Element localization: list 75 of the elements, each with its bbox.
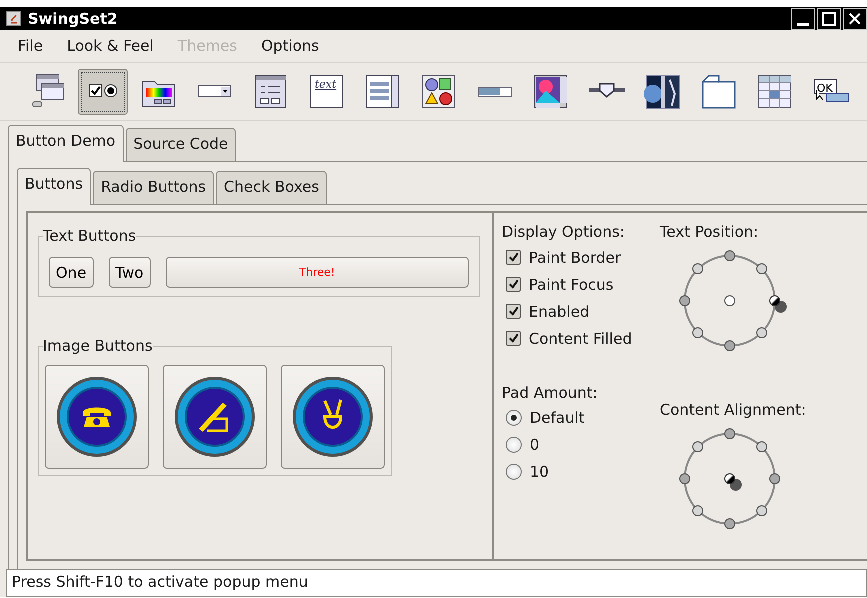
position-dot[interactable]	[756, 441, 768, 452]
position-dot[interactable]	[680, 296, 690, 306]
group-title: Image Buttons	[43, 337, 153, 355]
radio-button[interactable]	[506, 410, 522, 426]
option-label: Paint Focus	[529, 276, 614, 294]
section-title: Content Alignment:	[660, 400, 808, 418]
maximize-icon	[822, 12, 836, 26]
radio-dot-icon	[511, 415, 517, 421]
option-label: Enabled	[529, 302, 590, 320]
position-dot[interactable]	[680, 473, 690, 484]
tab[interactable]: Button Demo	[8, 125, 124, 162]
position-dot[interactable]	[724, 428, 736, 439]
checkbox-option[interactable]: Enabled	[502, 300, 660, 323]
checkbox[interactable]	[506, 250, 521, 265]
checkbox-option[interactable]: Content Filled	[502, 327, 660, 350]
section-title: Pad Amount:	[502, 384, 599, 402]
check-icon	[508, 306, 519, 317]
checkbox[interactable]	[506, 277, 521, 292]
push-button[interactable]: One	[49, 257, 94, 288]
progress-bar-icon	[478, 86, 512, 96]
image-button[interactable]	[163, 365, 267, 469]
toolbar-button[interactable]	[78, 68, 128, 114]
radio-option[interactable]: 0	[502, 434, 660, 456]
section-title: Text Position:	[660, 223, 760, 241]
close-icon	[849, 12, 861, 24]
checkbox-option[interactable]: Paint Border	[502, 246, 660, 269]
selected-position[interactable]	[770, 296, 787, 313]
position-dot[interactable]	[724, 250, 736, 262]
status-text: Press Shift-F10 to activate popup menu	[12, 573, 308, 591]
position-dot[interactable]	[724, 296, 736, 306]
position-dot[interactable]	[692, 505, 704, 516]
radio-option[interactable]: 10	[502, 460, 660, 484]
position-dot[interactable]	[756, 328, 768, 338]
menu-item[interactable]: Look & Feel	[59, 33, 162, 59]
position-dot[interactable]	[692, 328, 704, 338]
close-button[interactable]	[843, 8, 867, 30]
app-icon	[6, 10, 22, 26]
checkbox[interactable]	[506, 331, 521, 346]
radio-button[interactable]	[506, 464, 522, 480]
tab[interactable]: Source Code	[126, 128, 236, 161]
check-icon	[508, 279, 519, 290]
push-button[interactable]: Two	[108, 257, 151, 288]
tab[interactable]: Check Boxes	[216, 171, 328, 204]
position-dot[interactable]	[692, 264, 704, 274]
radio-button[interactable]	[506, 437, 522, 453]
check-icon	[508, 252, 519, 263]
position-dot[interactable]	[724, 518, 736, 529]
position-dot[interactable]	[770, 473, 780, 484]
checkbox[interactable]	[506, 304, 521, 319]
check-icon	[508, 333, 519, 344]
minimize-icon	[797, 22, 809, 26]
option-label: 10	[530, 463, 550, 481]
image-button[interactable]	[281, 365, 385, 469]
position-dot[interactable]	[756, 264, 768, 274]
group-title: Text Buttons	[43, 227, 136, 245]
tab[interactable]: Radio Buttons	[93, 171, 214, 204]
position-dot[interactable]	[692, 441, 704, 452]
checkbox-option[interactable]: Paint Focus	[502, 273, 660, 296]
phone-icon	[55, 375, 139, 459]
radio-option[interactable]: Default	[502, 406, 660, 430]
minimize-button[interactable]	[791, 8, 815, 30]
option-label: Paint Border	[529, 248, 622, 266]
position-dot[interactable]	[756, 505, 768, 516]
selected-position[interactable]	[724, 473, 742, 490]
option-label: Default	[530, 409, 585, 427]
option-label: 0	[530, 436, 540, 454]
position-dot[interactable]	[724, 340, 736, 352]
option-label: Content Filled	[529, 330, 632, 348]
menu-item[interactable]: File	[10, 33, 52, 59]
tab[interactable]: Buttons	[17, 168, 92, 205]
section-title: Display Options:	[502, 223, 626, 241]
window-title: SwingSet2	[28, 10, 119, 28]
menu-item[interactable]: Options	[253, 33, 328, 59]
maximize-button[interactable]	[817, 8, 841, 30]
image-button[interactable]	[45, 365, 149, 469]
